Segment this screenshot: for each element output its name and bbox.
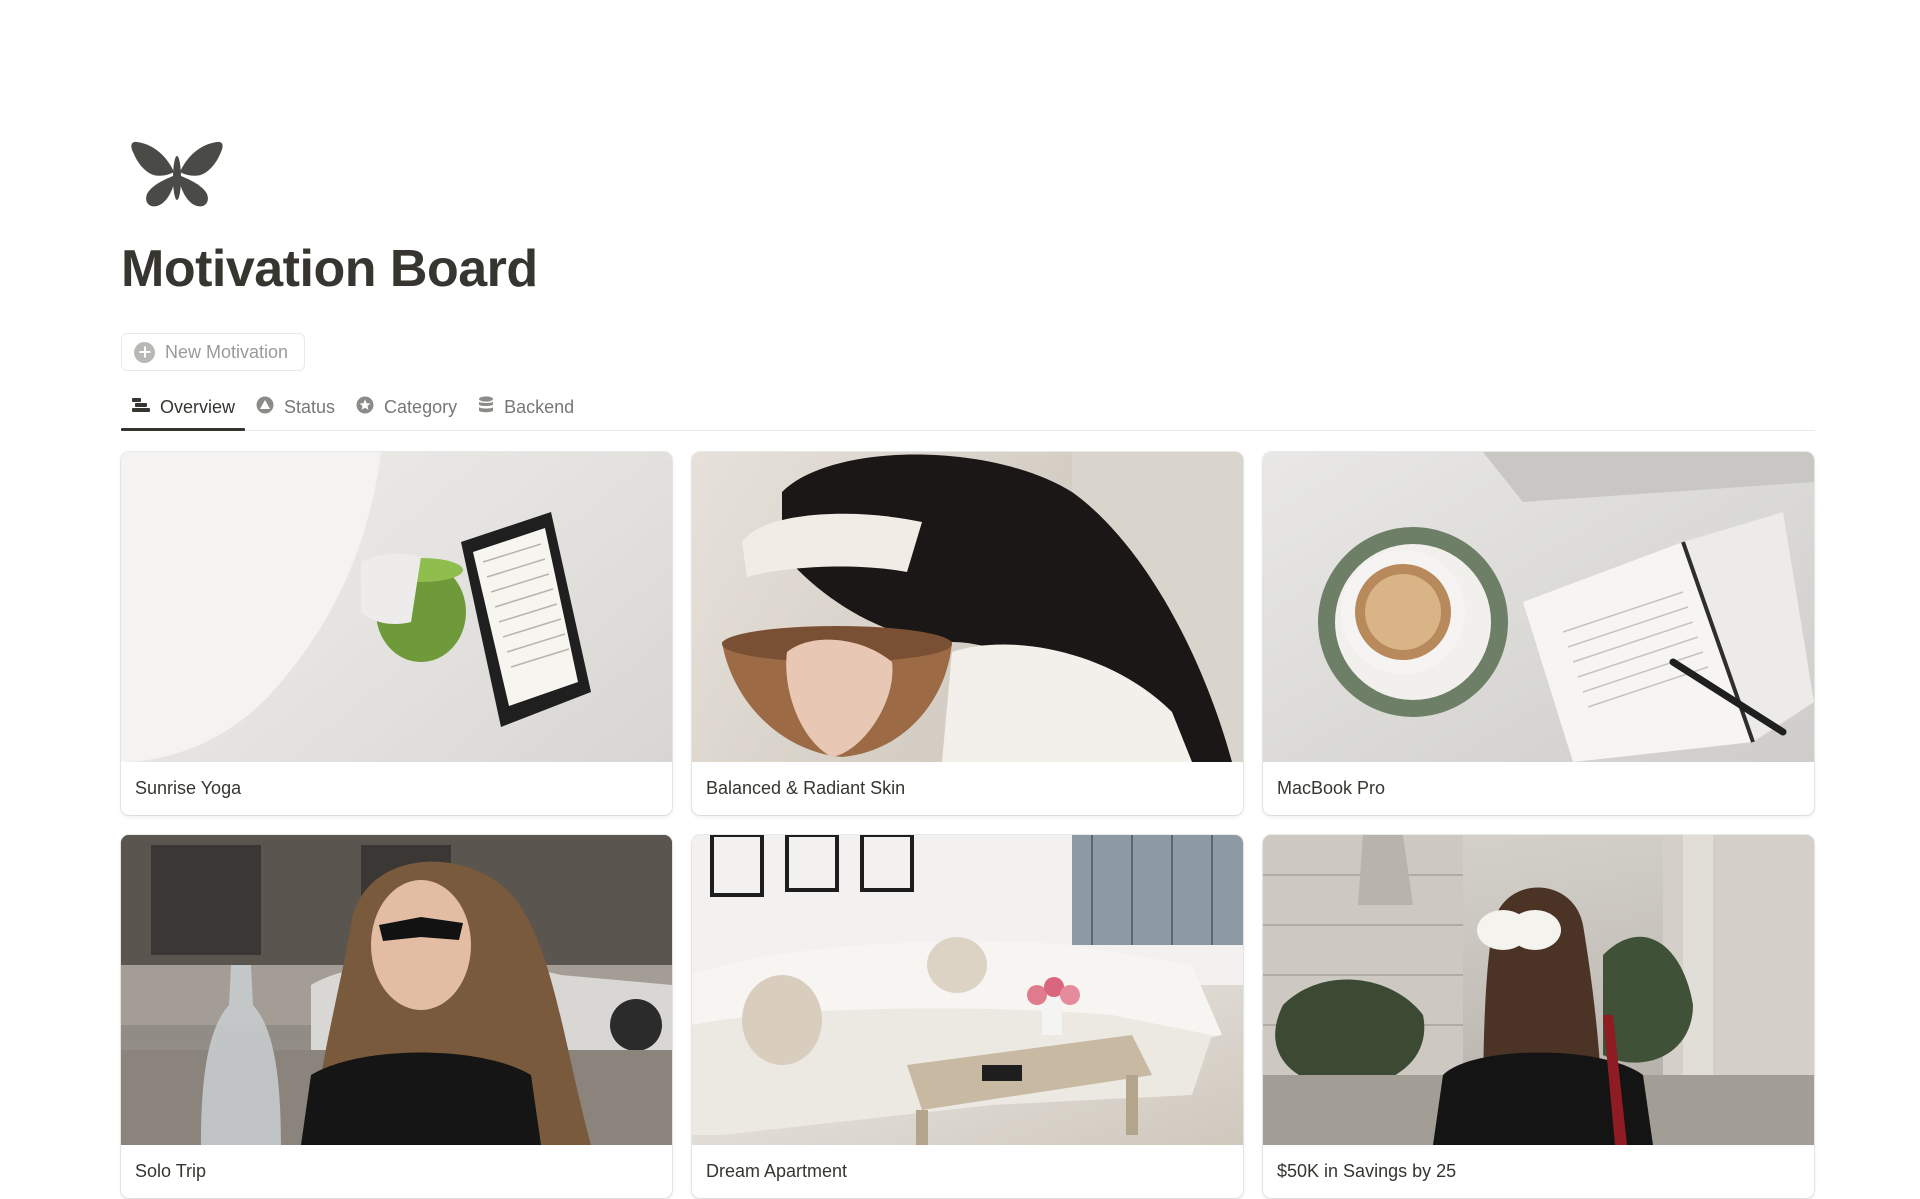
- card-title: Solo Trip: [135, 1161, 207, 1181]
- card-cover-image: [692, 452, 1243, 762]
- card-title: Balanced & Radiant Skin: [706, 778, 906, 798]
- card-title: Dream Apartment: [706, 1161, 848, 1181]
- gallery-card[interactable]: Dream Apartment: [692, 835, 1243, 1198]
- star-badge-icon: [355, 395, 375, 420]
- card-title: MacBook Pro: [1277, 778, 1386, 798]
- new-motivation-button[interactable]: New Motivation: [121, 333, 306, 371]
- view-tabs: Overview Status Category Backend: [121, 385, 1815, 431]
- gallery-card[interactable]: Solo Trip: [121, 835, 672, 1198]
- gallery-grid: Sunrise Yoga Balanced & Radiant Skin Mac…: [121, 452, 1815, 1198]
- status-icon: [255, 395, 275, 420]
- plus-circle-icon: [134, 341, 155, 363]
- gallery-card[interactable]: $50K in Savings by 25: [1263, 835, 1814, 1198]
- board-view-icon: [131, 396, 151, 419]
- tab-label: Backend: [504, 397, 575, 417]
- tab-label: Category: [384, 397, 458, 417]
- page-title[interactable]: Motivation Board: [121, 238, 538, 300]
- gallery-card[interactable]: Balanced & Radiant Skin: [692, 452, 1243, 815]
- butterfly-icon[interactable]: [127, 130, 227, 220]
- tab-status[interactable]: Status: [245, 385, 345, 430]
- gallery-card[interactable]: MacBook Pro: [1263, 452, 1814, 815]
- card-cover-image: [1263, 835, 1814, 1145]
- tab-backend[interactable]: Backend: [467, 385, 584, 430]
- tab-label: Overview: [160, 397, 236, 417]
- tab-category[interactable]: Category: [345, 385, 467, 430]
- card-title: Sunrise Yoga: [135, 778, 242, 798]
- database-icon: [477, 395, 495, 420]
- card-cover-image: [121, 452, 672, 762]
- tab-overview[interactable]: Overview: [121, 385, 246, 431]
- gallery-card[interactable]: Sunrise Yoga: [121, 452, 672, 815]
- card-cover-image: [121, 835, 672, 1145]
- card-cover-image: [1263, 452, 1814, 762]
- new-motivation-label: New Motivation: [165, 341, 289, 362]
- card-title: $50K in Savings by 25: [1277, 1161, 1457, 1181]
- tab-label: Status: [284, 397, 336, 417]
- card-cover-image: [692, 835, 1243, 1145]
